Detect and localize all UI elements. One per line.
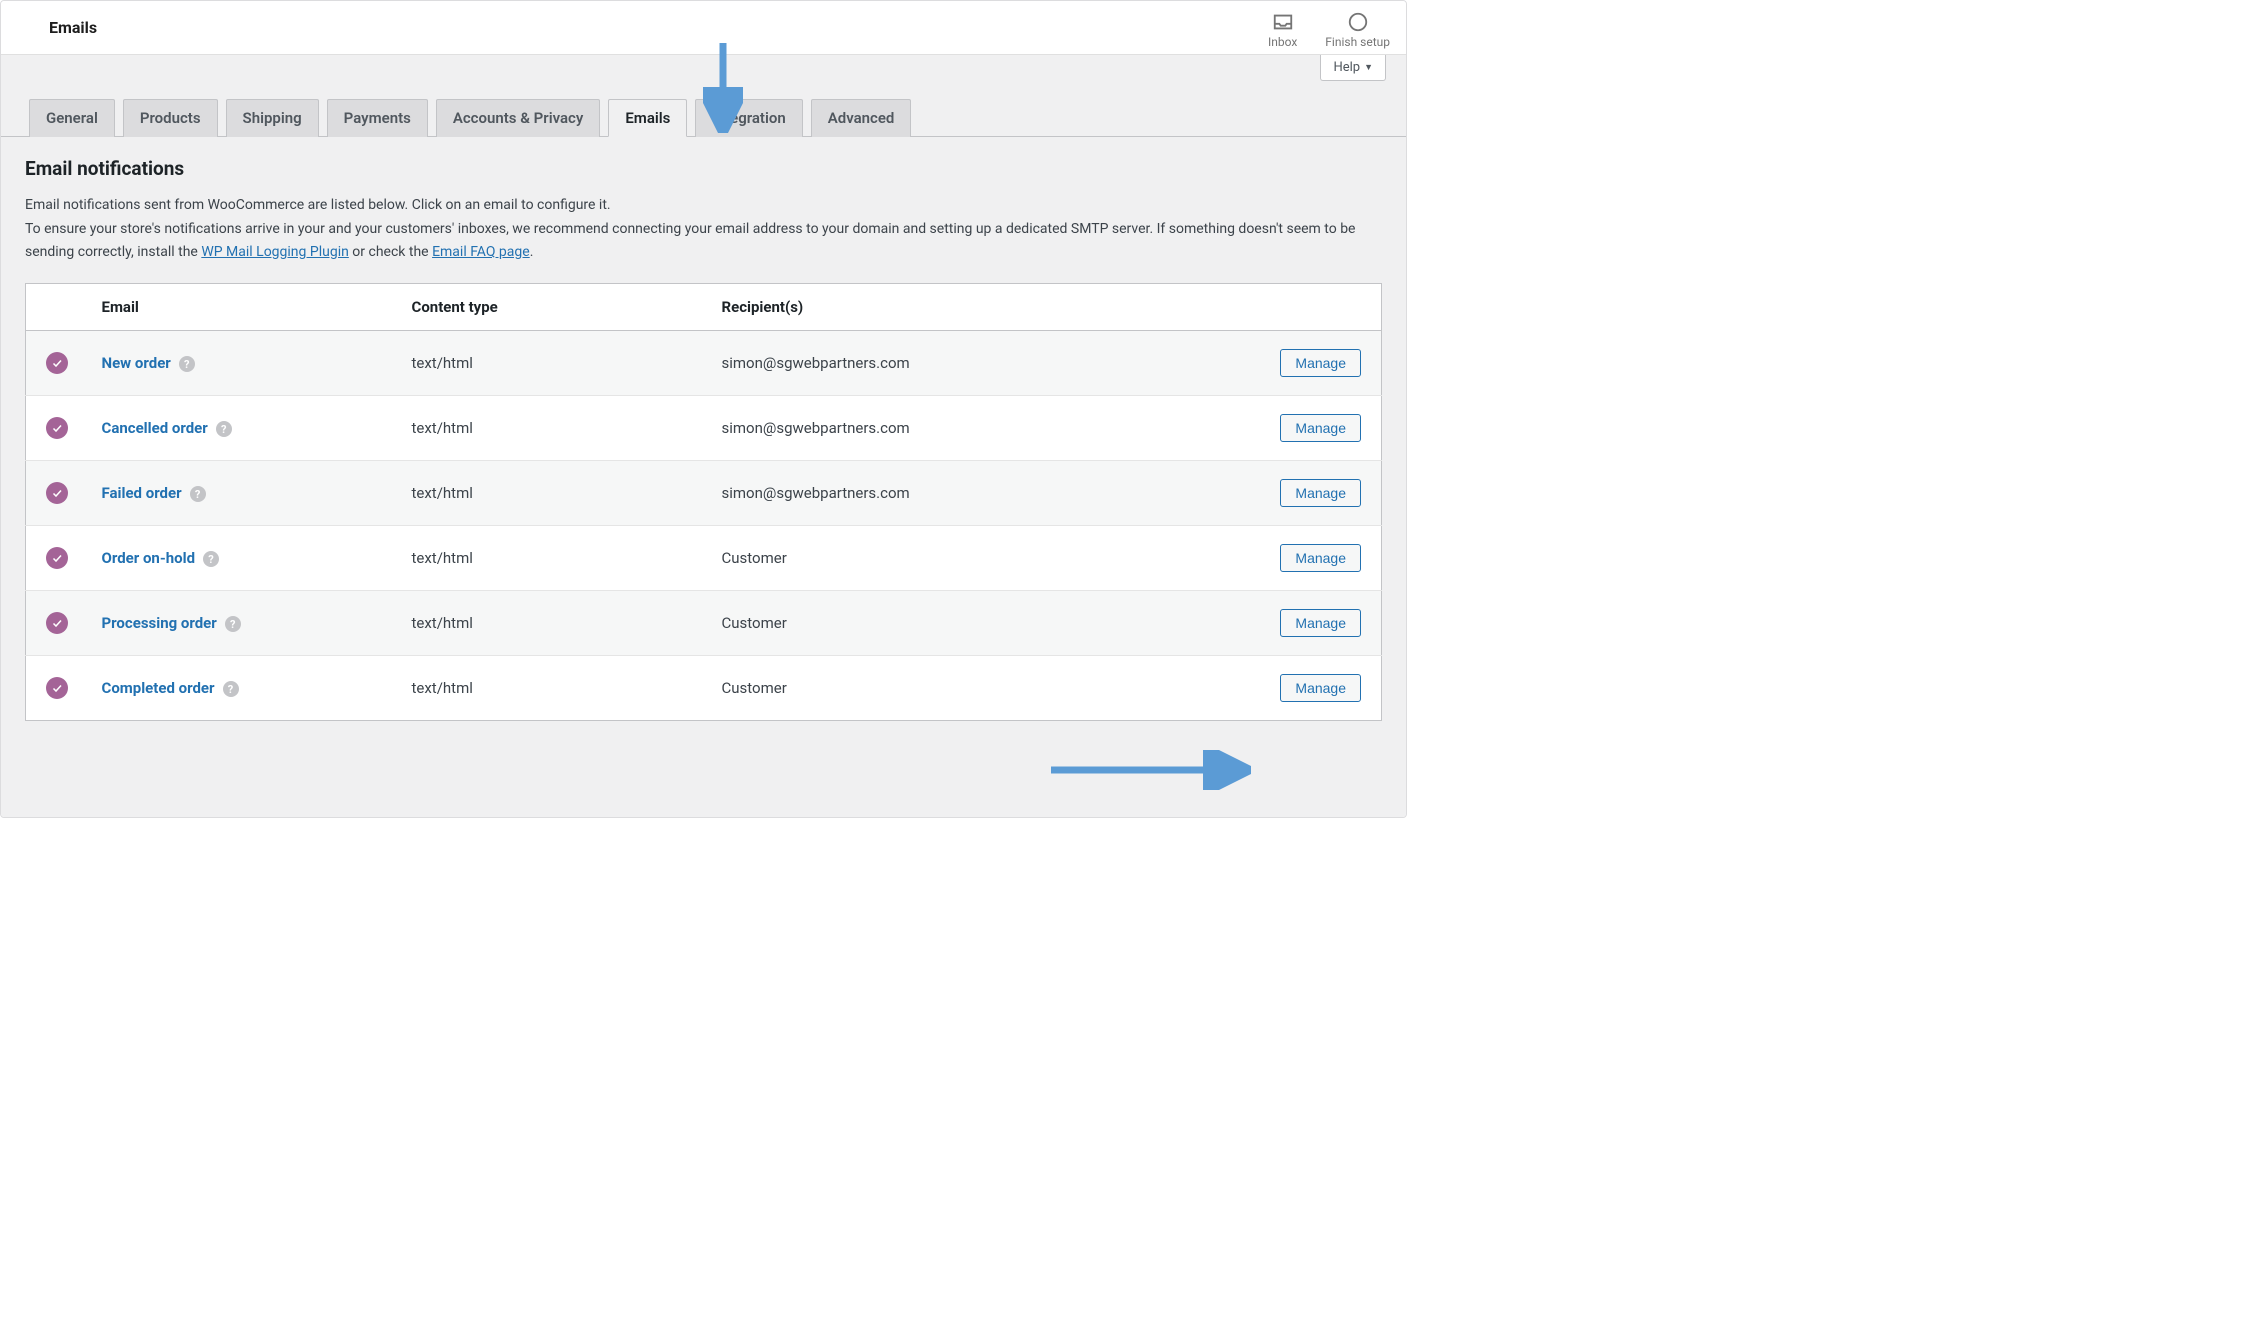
help-label: Help [1333,60,1360,75]
help-tooltip-icon[interactable]: ? [225,616,241,632]
desc-text-c: . [530,244,534,260]
annotation-arrow-right [1051,750,1251,790]
col-status [26,284,90,331]
tab-shipping[interactable]: Shipping [226,99,319,137]
content-type-cell: text/html [400,461,710,526]
manage-cell: Manage [1252,461,1382,526]
topbar: Emails Inbox Finish setup [1,1,1406,55]
section-description-2: To ensure your store's notifications arr… [25,218,1376,263]
manage-button[interactable]: Manage [1280,414,1361,442]
help-tooltip-icon[interactable]: ? [223,681,239,697]
help-tooltip-icon[interactable]: ? [190,486,206,502]
table-row: Failed order?text/htmlsimon@sgwebpartner… [26,461,1382,526]
section-description-1: Email notifications sent from WooCommerc… [25,194,1376,216]
status-enabled-icon [46,417,68,439]
inbox-button[interactable]: Inbox [1268,11,1297,49]
help-tooltip-icon[interactable]: ? [179,356,195,372]
manage-cell: Manage [1252,591,1382,656]
email-name-cell: New order? [90,331,400,396]
email-name-cell: Cancelled order? [90,396,400,461]
manage-cell: Manage [1252,331,1382,396]
content-type-cell: text/html [400,656,710,721]
topbar-actions: Inbox Finish setup [1268,7,1390,49]
status-enabled-icon [46,482,68,504]
help-tooltip-icon[interactable]: ? [203,551,219,567]
content-type-cell: text/html [400,591,710,656]
email-table: Email Content type Recipient(s) New orde… [25,283,1382,721]
tab-general[interactable]: General [29,99,115,137]
content-type-cell: text/html [400,526,710,591]
recipient-cell: simon@sgwebpartners.com [710,396,1252,461]
tab-payments[interactable]: Payments [327,99,428,137]
status-cell [26,591,90,656]
finish-setup-button[interactable]: Finish setup [1325,11,1390,49]
section-heading: Email notifications [25,157,1376,180]
tab-accounts-privacy[interactable]: Accounts & Privacy [436,99,601,137]
recipient-cell: Customer [710,656,1252,721]
help-toggle[interactable]: Help ▼ [1320,55,1386,81]
manage-cell: Manage [1252,656,1382,721]
recipient-cell: Customer [710,591,1252,656]
status-cell [26,526,90,591]
status-cell [26,461,90,526]
status-enabled-icon [46,547,68,569]
table-row: Processing order?text/htmlCustomerManage [26,591,1382,656]
manage-button[interactable]: Manage [1280,674,1361,702]
table-row: New order?text/htmlsimon@sgwebpartners.c… [26,331,1382,396]
tab-advanced[interactable]: Advanced [811,99,912,137]
finish-setup-label: Finish setup [1325,35,1390,49]
email-notifications-section: Email notifications Email notifications … [1,137,1406,263]
status-cell [26,656,90,721]
email-faq-link[interactable]: Email FAQ page [432,244,530,260]
status-enabled-icon [46,677,68,699]
status-cell [26,331,90,396]
email-name-cell: Completed order? [90,656,400,721]
email-link[interactable]: Completed order [102,679,215,697]
email-name-cell: Processing order? [90,591,400,656]
settings-tabs: General Products Shipping Payments Accou… [1,55,1406,137]
col-manage [1252,284,1382,331]
col-email: Email [90,284,400,331]
col-recipients: Recipient(s) [710,284,1252,331]
email-name-cell: Failed order? [90,461,400,526]
email-link[interactable]: Order on-hold [102,549,196,567]
recipient-cell: simon@sgwebpartners.com [710,461,1252,526]
manage-cell: Manage [1252,396,1382,461]
status-enabled-icon [46,352,68,374]
email-name-cell: Order on-hold? [90,526,400,591]
email-link[interactable]: New order [102,354,171,372]
manage-button[interactable]: Manage [1280,479,1361,507]
email-link[interactable]: Failed order [102,484,182,502]
inbox-icon [1272,11,1294,33]
status-cell [26,396,90,461]
manage-button[interactable]: Manage [1280,349,1361,377]
content-type-cell: text/html [400,396,710,461]
email-table-body: New order?text/htmlsimon@sgwebpartners.c… [26,331,1382,721]
circle-icon [1347,11,1369,33]
email-link[interactable]: Cancelled order [102,419,208,437]
table-row: Order on-hold?text/htmlCustomerManage [26,526,1382,591]
tab-products[interactable]: Products [123,99,218,137]
status-enabled-icon [46,612,68,634]
content-type-cell: text/html [400,331,710,396]
recipient-cell: Customer [710,526,1252,591]
page-title: Emails [49,18,97,37]
table-row: Completed order?text/htmlCustomerManage [26,656,1382,721]
desc-text-b: or check the [349,244,432,260]
help-tooltip-icon[interactable]: ? [216,421,232,437]
wp-mail-logging-link[interactable]: WP Mail Logging Plugin [201,244,349,260]
manage-button[interactable]: Manage [1280,609,1361,637]
tab-emails[interactable]: Emails [608,99,687,137]
tab-integration[interactable]: Integration [695,99,802,137]
email-link[interactable]: Processing order [102,614,217,632]
recipient-cell: simon@sgwebpartners.com [710,331,1252,396]
manage-cell: Manage [1252,526,1382,591]
col-content-type: Content type [400,284,710,331]
manage-button[interactable]: Manage [1280,544,1361,572]
chevron-down-icon: ▼ [1364,62,1373,73]
inbox-label: Inbox [1268,35,1297,49]
table-row: Cancelled order?text/htmlsimon@sgwebpart… [26,396,1382,461]
body-area: Help ▼ General Products Shipping Payment… [1,55,1406,817]
